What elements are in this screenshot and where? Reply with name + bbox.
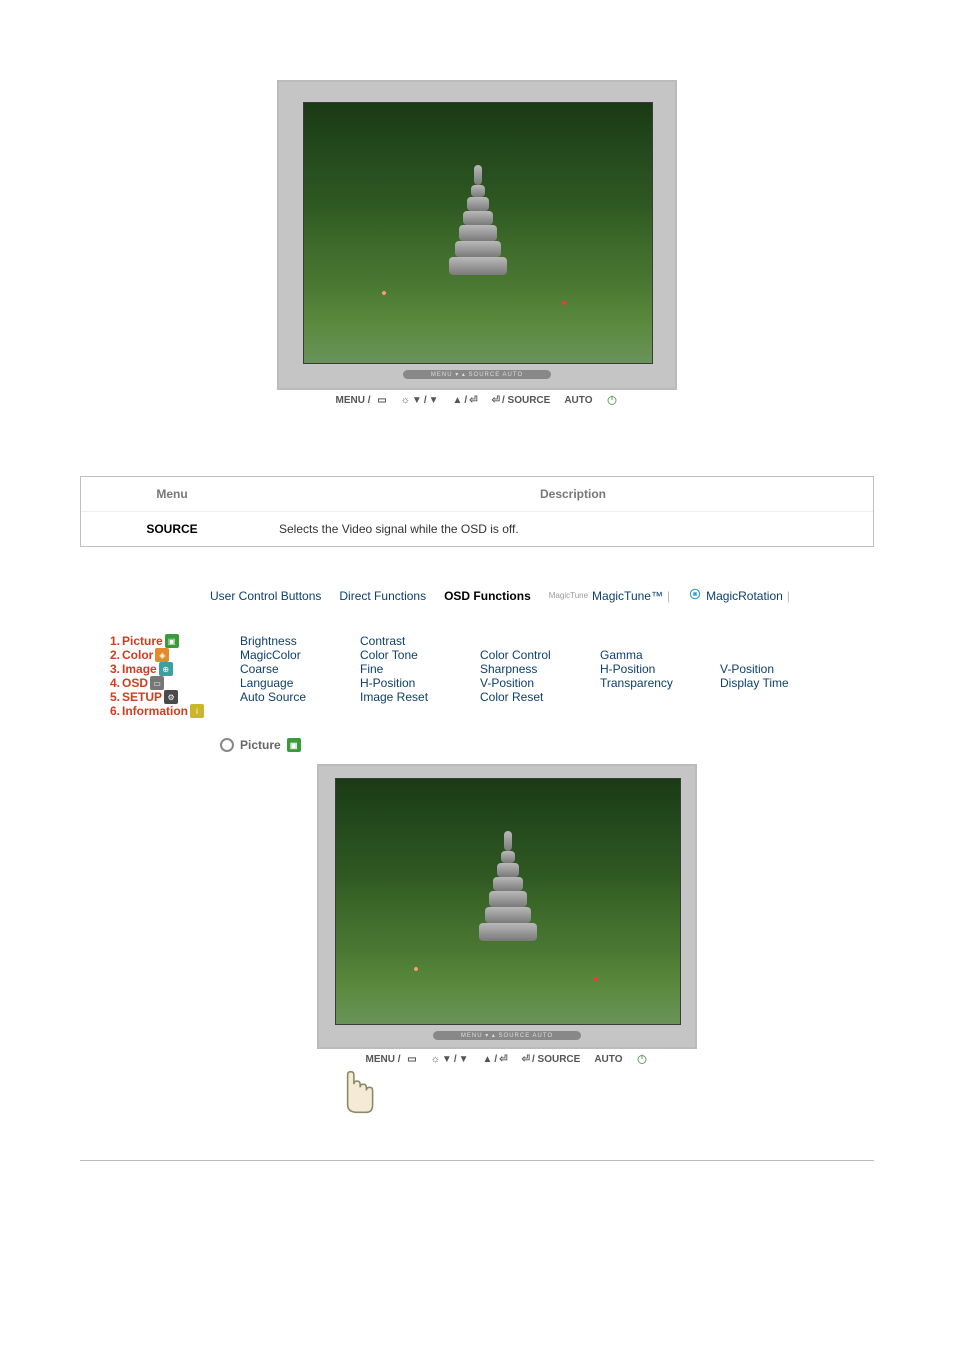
brightness-down-label: ☼▼/▼: [401, 395, 439, 406]
monitor-illustration-2: MENU ▾ ▴ SOURCE AUTO MENU / ▭ ☼▼/▼ ▲/⏎ ⏎…: [120, 764, 894, 1120]
description-table: Menu Description SOURCE Selects the Vide…: [80, 476, 874, 547]
monitor-button-row: MENU / ▭ ☼▼/▼ ▲/⏎ ⏎/ SOURCE AUTO: [317, 1053, 697, 1065]
link-hposition-osd[interactable]: H-Position: [360, 676, 415, 690]
hand-pointer: [302, 1067, 712, 1120]
menu-icon: ▭: [407, 1054, 416, 1065]
row-picture: 1. Picture ▣ Brightness Contrast: [110, 634, 874, 648]
source-button-label: ⏎/ SOURCE: [492, 395, 551, 406]
tab-user-control-buttons[interactable]: User Control Buttons: [210, 589, 321, 603]
auto-button-label: AUTO: [594, 1054, 622, 1065]
table-header-description: Description: [263, 477, 873, 511]
monitor-frame: MENU ▾ ▴ SOURCE AUTO: [317, 764, 697, 1049]
enter-icon: ⏎: [492, 395, 500, 406]
monitor-button-row: MENU / ▭ ☼▼/▼ ▲/⏎ ⏎/ SOURCE AUTO: [277, 394, 677, 406]
enter-icon: ⏎: [499, 1054, 507, 1065]
link-hposition-img[interactable]: H-Position: [600, 662, 655, 676]
menu-icon: ▭: [377, 395, 386, 406]
section-tabs: User Control Buttons Direct Functions OS…: [210, 587, 874, 604]
cat-name-information[interactable]: Information: [122, 704, 188, 718]
link-fine[interactable]: Fine: [360, 662, 383, 676]
link-vposition-osd[interactable]: V-Position: [480, 676, 534, 690]
section-heading-text: Picture: [240, 738, 281, 752]
link-brightness[interactable]: Brightness: [240, 634, 297, 648]
link-colorreset[interactable]: Color Reset: [480, 690, 543, 704]
magicrotation-icon: [688, 587, 702, 604]
link-gamma[interactable]: Gamma: [600, 648, 643, 662]
link-magiccolor[interactable]: MagicColor: [240, 648, 301, 662]
pagoda-illustration: [478, 821, 538, 941]
row-image: 3. Image ⊕ Coarse Fine Sharpness H-Posit…: [110, 662, 874, 676]
cat-num-4: 4.: [110, 676, 120, 690]
tab-magicrotation[interactable]: MagicRotation |: [688, 587, 790, 604]
menu-button-label: MENU / ▭: [366, 1054, 417, 1065]
setup-icon: ⚙: [164, 690, 178, 704]
bullet-icon: [220, 738, 234, 752]
hand-pointer-icon: [332, 1067, 382, 1120]
link-language[interactable]: Language: [240, 676, 293, 690]
tab-magictune[interactable]: MagicTune MagicTune™ |: [549, 589, 670, 603]
brightness-down-label: ☼▼/▼: [431, 1054, 469, 1065]
cat-num-2: 2.: [110, 648, 120, 662]
power-icon: [606, 394, 618, 406]
brightness-up-label: ▲/⏎: [453, 395, 478, 406]
tab-osd-functions[interactable]: OSD Functions: [444, 589, 531, 603]
monitor-illustration-1: MENU ▾ ▴ SOURCE AUTO MENU / ▭ ☼▼/▼ ▲/⏎ ⏎…: [60, 80, 894, 406]
link-sharpness[interactable]: Sharpness: [480, 662, 537, 676]
power-icon: [636, 1053, 648, 1065]
cat-num-1: 1.: [110, 634, 120, 648]
cat-name-picture[interactable]: Picture: [122, 634, 163, 648]
table-row-description: Selects the Video signal while the OSD i…: [263, 512, 873, 546]
cat-num-3: 3.: [110, 662, 120, 676]
enter-icon: ⏎: [522, 1054, 530, 1065]
picture-icon: ▣: [165, 634, 179, 648]
power-button-label: [606, 394, 618, 406]
enter-icon: ⏎: [469, 395, 477, 406]
section-heading-picture: Picture ▣: [220, 738, 894, 752]
link-colortone[interactable]: Color Tone: [360, 648, 418, 662]
osd-icon: ▭: [150, 676, 164, 690]
brightness-up-label: ▲/⏎: [483, 1054, 508, 1065]
monitor-screen: [335, 778, 681, 1025]
link-vposition-img[interactable]: V-Position: [720, 662, 774, 676]
bottom-divider: [80, 1160, 874, 1167]
cat-name-image[interactable]: Image: [122, 662, 157, 676]
cat-name-setup[interactable]: SETUP: [122, 690, 162, 704]
monitor-screen: [303, 102, 653, 364]
link-contrast[interactable]: Contrast: [360, 634, 405, 648]
sun-icon: ☼: [401, 395, 410, 406]
tab-direct-functions[interactable]: Direct Functions: [339, 589, 426, 603]
link-colorcontrol[interactable]: Color Control: [480, 648, 551, 662]
row-osd: 4. OSD ▭ Language H-Position V-Position …: [110, 676, 874, 690]
monitor-frame: MENU ▾ ▴ SOURCE AUTO: [277, 80, 677, 390]
cat-num-6: 6.: [110, 704, 120, 718]
sun-icon: ☼: [431, 1054, 440, 1065]
row-color: 2. Color ◈ MagicColor Color Tone Color C…: [110, 648, 874, 662]
row-information: 6. Information i: [110, 704, 874, 718]
magictune-icon: MagicTune: [549, 591, 588, 600]
menu-button-label: MENU / ▭: [336, 395, 387, 406]
link-coarse[interactable]: Coarse: [240, 662, 279, 676]
auto-button-label: AUTO: [564, 395, 592, 406]
table-row-menu: SOURCE: [81, 512, 263, 546]
cat-num-5: 5.: [110, 690, 120, 704]
bezel-strip: MENU ▾ ▴ SOURCE AUTO: [303, 368, 651, 380]
information-icon: i: [190, 704, 204, 718]
source-button-label: ⏎/ SOURCE: [522, 1054, 581, 1065]
pagoda-illustration: [448, 155, 508, 275]
link-imagereset[interactable]: Image Reset: [360, 690, 428, 704]
cat-name-color[interactable]: Color: [122, 648, 153, 662]
image-icon: ⊕: [159, 662, 173, 676]
table-header-menu: Menu: [81, 477, 263, 511]
bezel-strip: MENU ▾ ▴ SOURCE AUTO: [335, 1029, 679, 1041]
color-icon: ◈: [155, 648, 169, 662]
cat-name-osd[interactable]: OSD: [122, 676, 148, 690]
link-transparency[interactable]: Transparency: [600, 676, 673, 690]
row-setup: 5. SETUP ⚙ Auto Source Image Reset Color…: [110, 690, 874, 704]
link-autosource[interactable]: Auto Source: [240, 690, 306, 704]
osd-category-grid: 1. Picture ▣ Brightness Contrast 2. Colo…: [110, 634, 874, 718]
link-displaytime[interactable]: Display Time: [720, 676, 789, 690]
picture-icon: ▣: [287, 738, 301, 752]
power-button-label: [636, 1053, 648, 1065]
